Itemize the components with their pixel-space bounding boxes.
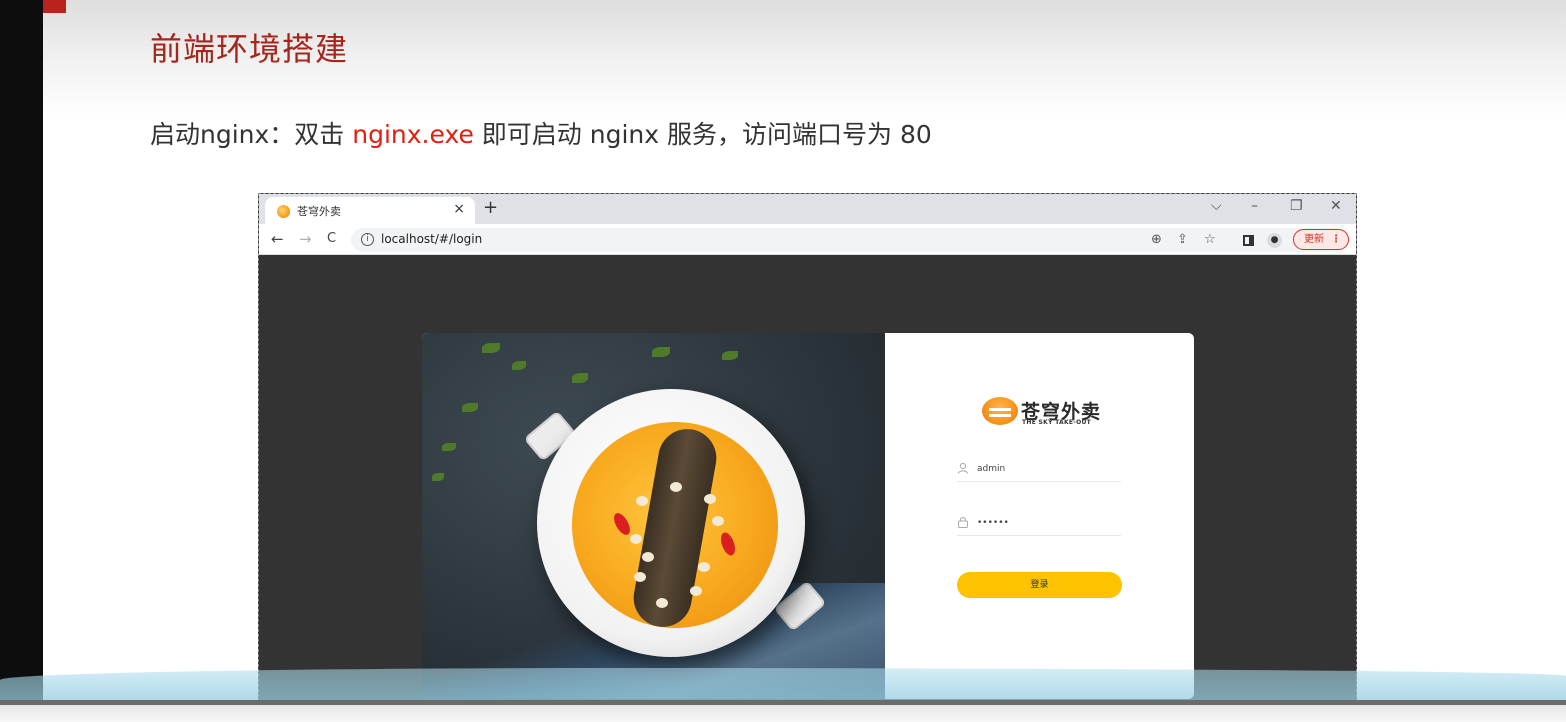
soup: [572, 422, 778, 628]
password-value[interactable]: ••••••: [977, 518, 1009, 528]
barley-grain: [712, 516, 724, 526]
password-field[interactable]: ••••••: [957, 514, 1121, 536]
tab-bar: 苍穹外卖 × + ⌵ – ❐ ✕: [259, 194, 1356, 224]
herb-leaf: [512, 361, 526, 370]
tab-active[interactable]: 苍穹外卖 ×: [265, 197, 475, 224]
minimize-icon[interactable]: –: [1251, 198, 1258, 214]
barley-grain: [698, 562, 710, 572]
logo-name-en: THE SKY TAKE-OUT: [1022, 419, 1092, 426]
new-tab-icon[interactable]: +: [483, 197, 498, 218]
slide-subtitle: 启动nginx：双击 nginx.exe 即可启动 nginx 服务，访问端口号…: [150, 115, 932, 151]
sea-cucumber: [629, 424, 721, 628]
zoom-icon[interactable]: ⊕: [1151, 232, 1162, 247]
subtitle-text-post: 即可启动 nginx 服务，访问端口号为 80: [473, 120, 932, 149]
logo-icon: [982, 397, 1018, 425]
update-label: 更新: [1304, 234, 1324, 245]
herb-leaf: [432, 473, 444, 481]
page-viewport: 苍穹外卖 THE SKY TAKE-OUT admin •••••• 登录: [259, 256, 1356, 721]
user-icon: [957, 462, 969, 477]
update-button[interactable]: 更新 ⋮: [1293, 229, 1349, 250]
barley-grain: [636, 496, 648, 506]
food-photo: [422, 333, 885, 699]
goji-berry: [610, 510, 634, 538]
barley-grain: [670, 482, 682, 492]
profile-avatar-icon[interactable]: ●: [1267, 233, 1282, 248]
slide-accent-block: [43, 0, 66, 13]
subtitle-highlight: nginx.exe: [352, 120, 474, 149]
tab-close-icon[interactable]: ×: [453, 201, 465, 217]
favicon-icon: [277, 205, 290, 218]
forward-icon[interactable]: →: [299, 230, 312, 248]
herb-leaf: [442, 443, 456, 451]
browser-window: 苍穹外卖 × + ⌵ – ❐ ✕ ← → C i localhost/#/log…: [258, 193, 1357, 722]
soup-bowl: [537, 389, 805, 657]
barley-grain: [704, 494, 716, 504]
herb-leaf: [572, 373, 588, 383]
tab-search-icon[interactable]: ⌵: [1211, 198, 1222, 214]
herb-leaf: [652, 347, 670, 357]
share-icon[interactable]: ⇪: [1177, 232, 1188, 247]
barley-grain: [656, 598, 668, 608]
barley-grain: [690, 586, 702, 596]
video-hover-wave: [0, 668, 1566, 700]
bookmark-star-icon[interactable]: ☆: [1204, 232, 1216, 247]
login-panel: 苍穹外卖 THE SKY TAKE-OUT admin •••••• 登录: [885, 333, 1194, 699]
subtitle-text-pre: 启动nginx：双击: [150, 120, 353, 149]
username-field[interactable]: admin: [957, 460, 1121, 482]
viewer-left-strip: [0, 0, 43, 722]
viewer-footer: [0, 705, 1566, 722]
herb-leaf: [722, 351, 738, 360]
close-window-icon[interactable]: ✕: [1330, 198, 1342, 214]
login-button[interactable]: 登录: [957, 572, 1122, 598]
menu-dots-icon[interactable]: ⋮: [1331, 230, 1341, 249]
barley-grain: [634, 572, 646, 582]
back-icon[interactable]: ←: [271, 230, 284, 248]
address-bar[interactable]: i localhost/#/login ⊕ ⇪ ☆ ● 更新 ⋮: [351, 228, 1349, 252]
username-value[interactable]: admin: [977, 464, 1005, 474]
side-panel-icon[interactable]: [1243, 235, 1254, 246]
lock-icon: [957, 516, 969, 531]
barley-grain: [630, 534, 642, 544]
tab-title: 苍穹外卖: [297, 205, 341, 218]
restore-icon[interactable]: ❐: [1290, 198, 1303, 214]
reload-icon[interactable]: C: [327, 231, 336, 246]
slide-title: 前端环境搭建: [150, 30, 349, 68]
goji-berry: [718, 530, 738, 558]
address-url[interactable]: localhost/#/login: [381, 232, 482, 246]
site-info-icon[interactable]: i: [361, 233, 374, 246]
herb-leaf: [462, 403, 478, 412]
barley-grain: [642, 552, 654, 562]
herb-leaf: [482, 343, 500, 353]
browser-toolbar: ← → C i localhost/#/login ⊕ ⇪ ☆ ● 更新 ⋮: [259, 224, 1356, 255]
login-card: 苍穹外卖 THE SKY TAKE-OUT admin •••••• 登录: [422, 333, 1194, 699]
